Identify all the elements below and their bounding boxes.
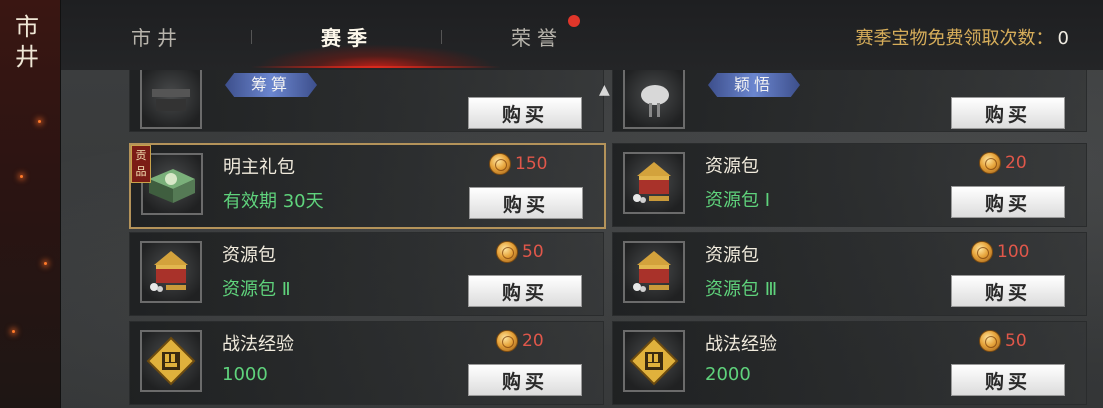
item-tag-ribbon: 颖悟 — [708, 73, 800, 97]
side-title: 市井 — [15, 13, 41, 71]
free-claim-count: 0 — [1057, 28, 1069, 49]
coin-icon — [979, 330, 1001, 352]
ember-decoration — [12, 330, 15, 333]
buy-button[interactable]: 购买 — [468, 275, 582, 307]
coin-icon — [496, 241, 518, 263]
item-tag-ribbon: 筹算 — [225, 73, 317, 97]
buy-button[interactable]: 购买 — [951, 186, 1065, 218]
tribute-badge: 贡品 — [131, 145, 151, 183]
tab-divider — [441, 30, 442, 44]
gift-box-icon — [149, 169, 195, 203]
crane-icon — [641, 85, 669, 117]
item-name: 资源包 — [705, 245, 759, 266]
item-thumbnail-icon — [623, 241, 685, 303]
free-claim-label: 赛季宝物免费领取次数： — [855, 28, 1054, 49]
shop-item: 贡品 明主礼包 有效期 30天 150 购买 — [129, 143, 606, 229]
item-price: 20 — [979, 152, 1027, 174]
side-strip: 市井 — [0, 0, 61, 408]
shop-list[interactable]: 筹算 购买 颖悟 购买 ▲ 贡品 明主礼包 有效期 30天 150 购买 资源包… — [61, 70, 1103, 408]
shop-item: 战法经验 2000 50 购买 — [612, 321, 1087, 405]
item-subtitle: 资源包 Ⅲ — [705, 279, 778, 300]
item-price: 20 — [496, 330, 544, 352]
buy-button[interactable]: 购买 — [951, 97, 1065, 129]
item-name: 资源包 — [222, 245, 276, 266]
resource-chest-icon — [633, 251, 671, 292]
item-thumbnail-icon — [140, 70, 202, 129]
buy-button[interactable]: 购买 — [468, 97, 582, 129]
active-tab-underline — [251, 66, 501, 68]
price-value: 20 — [1005, 153, 1027, 173]
coin-icon — [971, 241, 993, 263]
item-name: 资源包 — [705, 156, 759, 177]
item-price: 100 — [971, 241, 1029, 263]
item-subtitle: 2000 — [705, 364, 751, 385]
price-value: 50 — [1005, 331, 1027, 351]
item-thumbnail-icon — [623, 330, 685, 392]
shop-item-partial-right: 颖悟 购买 — [612, 70, 1087, 132]
item-name: 明主礼包 — [223, 157, 295, 178]
shop-item-partial-left: 筹算 购买 — [129, 70, 604, 132]
ember-decoration — [44, 262, 47, 265]
resource-chest-icon — [150, 251, 188, 292]
tab-divider — [251, 30, 252, 44]
buy-button[interactable]: 购买 — [951, 364, 1065, 396]
notification-dot — [568, 15, 580, 27]
item-subtitle: 资源包 Ⅱ — [222, 279, 291, 300]
buy-button[interactable]: 购买 — [468, 364, 582, 396]
price-value: 100 — [997, 242, 1030, 262]
abacus-icon — [152, 89, 190, 111]
item-thumbnail-icon — [140, 330, 202, 392]
shop-item: 资源包 资源包 Ⅲ 100 购买 — [612, 232, 1087, 316]
ember-decoration — [20, 175, 23, 178]
item-name: 战法经验 — [222, 334, 294, 355]
item-price: 150 — [489, 153, 547, 175]
buy-button[interactable]: 购买 — [469, 187, 583, 219]
tab-honor[interactable]: 荣誉 — [511, 22, 563, 51]
free-claim-info: 赛季宝物免费领取次数： 0 — [856, 24, 1069, 50]
shop-item: 战法经验 1000 20 购买 — [129, 321, 604, 405]
header-bar: 市井 赛季 荣誉 赛季宝物免费领取次数： 0 — [61, 0, 1103, 71]
shop-item: 资源包 资源包 Ⅱ 50 购买 — [129, 232, 604, 316]
item-thumbnail-icon — [140, 241, 202, 303]
item-name: 战法经验 — [705, 334, 777, 355]
shop-item: 资源包 资源包 Ⅰ 20 购买 — [612, 143, 1087, 227]
buy-button[interactable]: 购买 — [951, 275, 1065, 307]
tab-market[interactable]: 市井 — [131, 22, 183, 51]
item-subtitle: 1000 — [222, 364, 268, 385]
tactic-exp-icon — [146, 336, 196, 386]
coin-icon — [496, 330, 518, 352]
resource-chest-icon — [633, 162, 671, 203]
scroll-up-icon[interactable]: ▲ — [599, 82, 610, 98]
tactic-exp-icon — [629, 336, 679, 386]
item-price: 50 — [979, 330, 1027, 352]
price-value: 20 — [522, 331, 544, 351]
ember-decoration — [38, 120, 41, 123]
price-value: 150 — [515, 154, 548, 174]
coin-icon — [979, 152, 1001, 174]
item-subtitle: 有效期 30天 — [223, 191, 324, 212]
coin-icon — [489, 153, 511, 175]
price-value: 50 — [522, 242, 544, 262]
item-subtitle: 资源包 Ⅰ — [705, 190, 771, 211]
item-thumbnail-icon — [623, 152, 685, 214]
tab-season[interactable]: 赛季 — [321, 22, 373, 51]
active-tab-glow — [256, 44, 496, 68]
item-price: 50 — [496, 241, 544, 263]
item-thumbnail-icon — [623, 70, 685, 129]
